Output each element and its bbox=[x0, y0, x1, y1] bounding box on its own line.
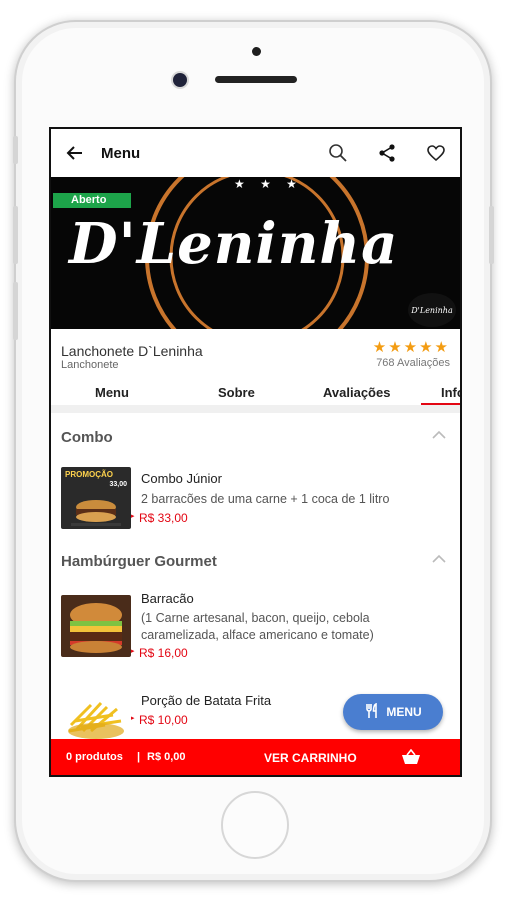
rating-stars: ★★★★★ bbox=[372, 339, 450, 356]
app-screen: Menu ★ ★ ★ Aberto D'Leninha D'Leninha La… bbox=[49, 127, 462, 777]
phone-home-button[interactable] bbox=[221, 791, 289, 859]
product-description: (1 Carne artesanal, bacon, queijo, cebol… bbox=[141, 611, 374, 642]
store-info: Lanchonete D`Leninha Lanchonete ★★★★★ 76… bbox=[51, 329, 460, 380]
arrow-left-icon[interactable] bbox=[65, 143, 85, 168]
phone-side-button bbox=[13, 282, 18, 340]
caret-right-icon: ▸ bbox=[131, 648, 135, 655]
menu-fab-button[interactable]: MENU bbox=[343, 694, 443, 730]
store-name: Lanchonete D`Leninha bbox=[61, 343, 203, 359]
top-app-bar: Menu bbox=[51, 129, 460, 177]
cart-count: 0 produtos bbox=[66, 751, 123, 763]
search-icon[interactable] bbox=[328, 143, 348, 168]
chevron-up-icon[interactable] bbox=[432, 429, 446, 443]
phone-side-button bbox=[489, 206, 494, 264]
caret-right-icon: ▸ bbox=[131, 715, 135, 722]
phone-side-button bbox=[13, 136, 18, 164]
page-title: Menu bbox=[101, 145, 141, 162]
product-description: 2 barracões de uma carne + 1 coca de 1 l… bbox=[141, 492, 390, 506]
product-name: Porção de Batata Frita bbox=[141, 693, 272, 708]
fork-knife-icon bbox=[364, 702, 380, 722]
basket-icon[interactable] bbox=[401, 748, 421, 770]
tab-bar: Menu Sobre Avaliações Info bbox=[51, 379, 460, 405]
tab-sobre[interactable]: Sobre bbox=[218, 385, 255, 400]
tab-avaliacoes[interactable]: Avaliações bbox=[323, 385, 390, 400]
chevron-up-icon[interactable] bbox=[432, 553, 446, 567]
divider bbox=[51, 405, 460, 413]
tab-info[interactable]: Info bbox=[441, 385, 460, 400]
product-image-barracao bbox=[61, 595, 131, 657]
menu-fab-label: MENU bbox=[386, 705, 422, 719]
cart-separator: | bbox=[137, 751, 141, 763]
menu-list: Combo PROMOÇÃO 33,00 Combo Júnior 2 barr… bbox=[51, 413, 460, 739]
share-icon[interactable] bbox=[377, 143, 397, 168]
section-title-combo[interactable]: Combo bbox=[61, 429, 113, 446]
caret-right-icon: ▸ bbox=[131, 513, 135, 520]
store-category: Lanchonete bbox=[61, 359, 119, 371]
product-name: Barracão bbox=[141, 591, 194, 606]
product-price: R$ 16,00 bbox=[139, 646, 188, 660]
product-price: R$ 10,00 bbox=[139, 713, 188, 727]
heart-icon[interactable] bbox=[426, 143, 446, 168]
phone-camera bbox=[173, 73, 187, 87]
phone-sensor bbox=[252, 47, 261, 56]
product-image-batata bbox=[61, 685, 131, 739]
product-image-combo: PROMOÇÃO 33,00 bbox=[61, 467, 131, 529]
product-name: Combo Júnior bbox=[141, 471, 222, 486]
store-banner: ★ ★ ★ Aberto D'Leninha D'Leninha bbox=[51, 177, 460, 329]
phone-speaker bbox=[215, 76, 297, 83]
product-price: R$ 33,00 bbox=[139, 511, 188, 525]
cart-total: R$ 0,00 bbox=[147, 751, 186, 763]
tab-menu[interactable]: Menu bbox=[95, 385, 129, 400]
brand-logo-text: D'Leninha bbox=[69, 211, 399, 277]
section-title-hamburguer[interactable]: Hambúrguer Gourmet bbox=[61, 553, 217, 570]
mini-logo: D'Leninha bbox=[408, 293, 456, 327]
view-cart-button[interactable]: VER CARRINHO bbox=[264, 751, 357, 765]
status-badge: Aberto bbox=[53, 193, 131, 208]
cart-bar[interactable]: 0 produtos | R$ 0,00 VER CARRINHO bbox=[51, 739, 460, 775]
review-count[interactable]: 768 Avaliações bbox=[376, 357, 450, 369]
banner-stars: ★ ★ ★ bbox=[234, 177, 303, 191]
phone-side-button bbox=[13, 206, 18, 264]
